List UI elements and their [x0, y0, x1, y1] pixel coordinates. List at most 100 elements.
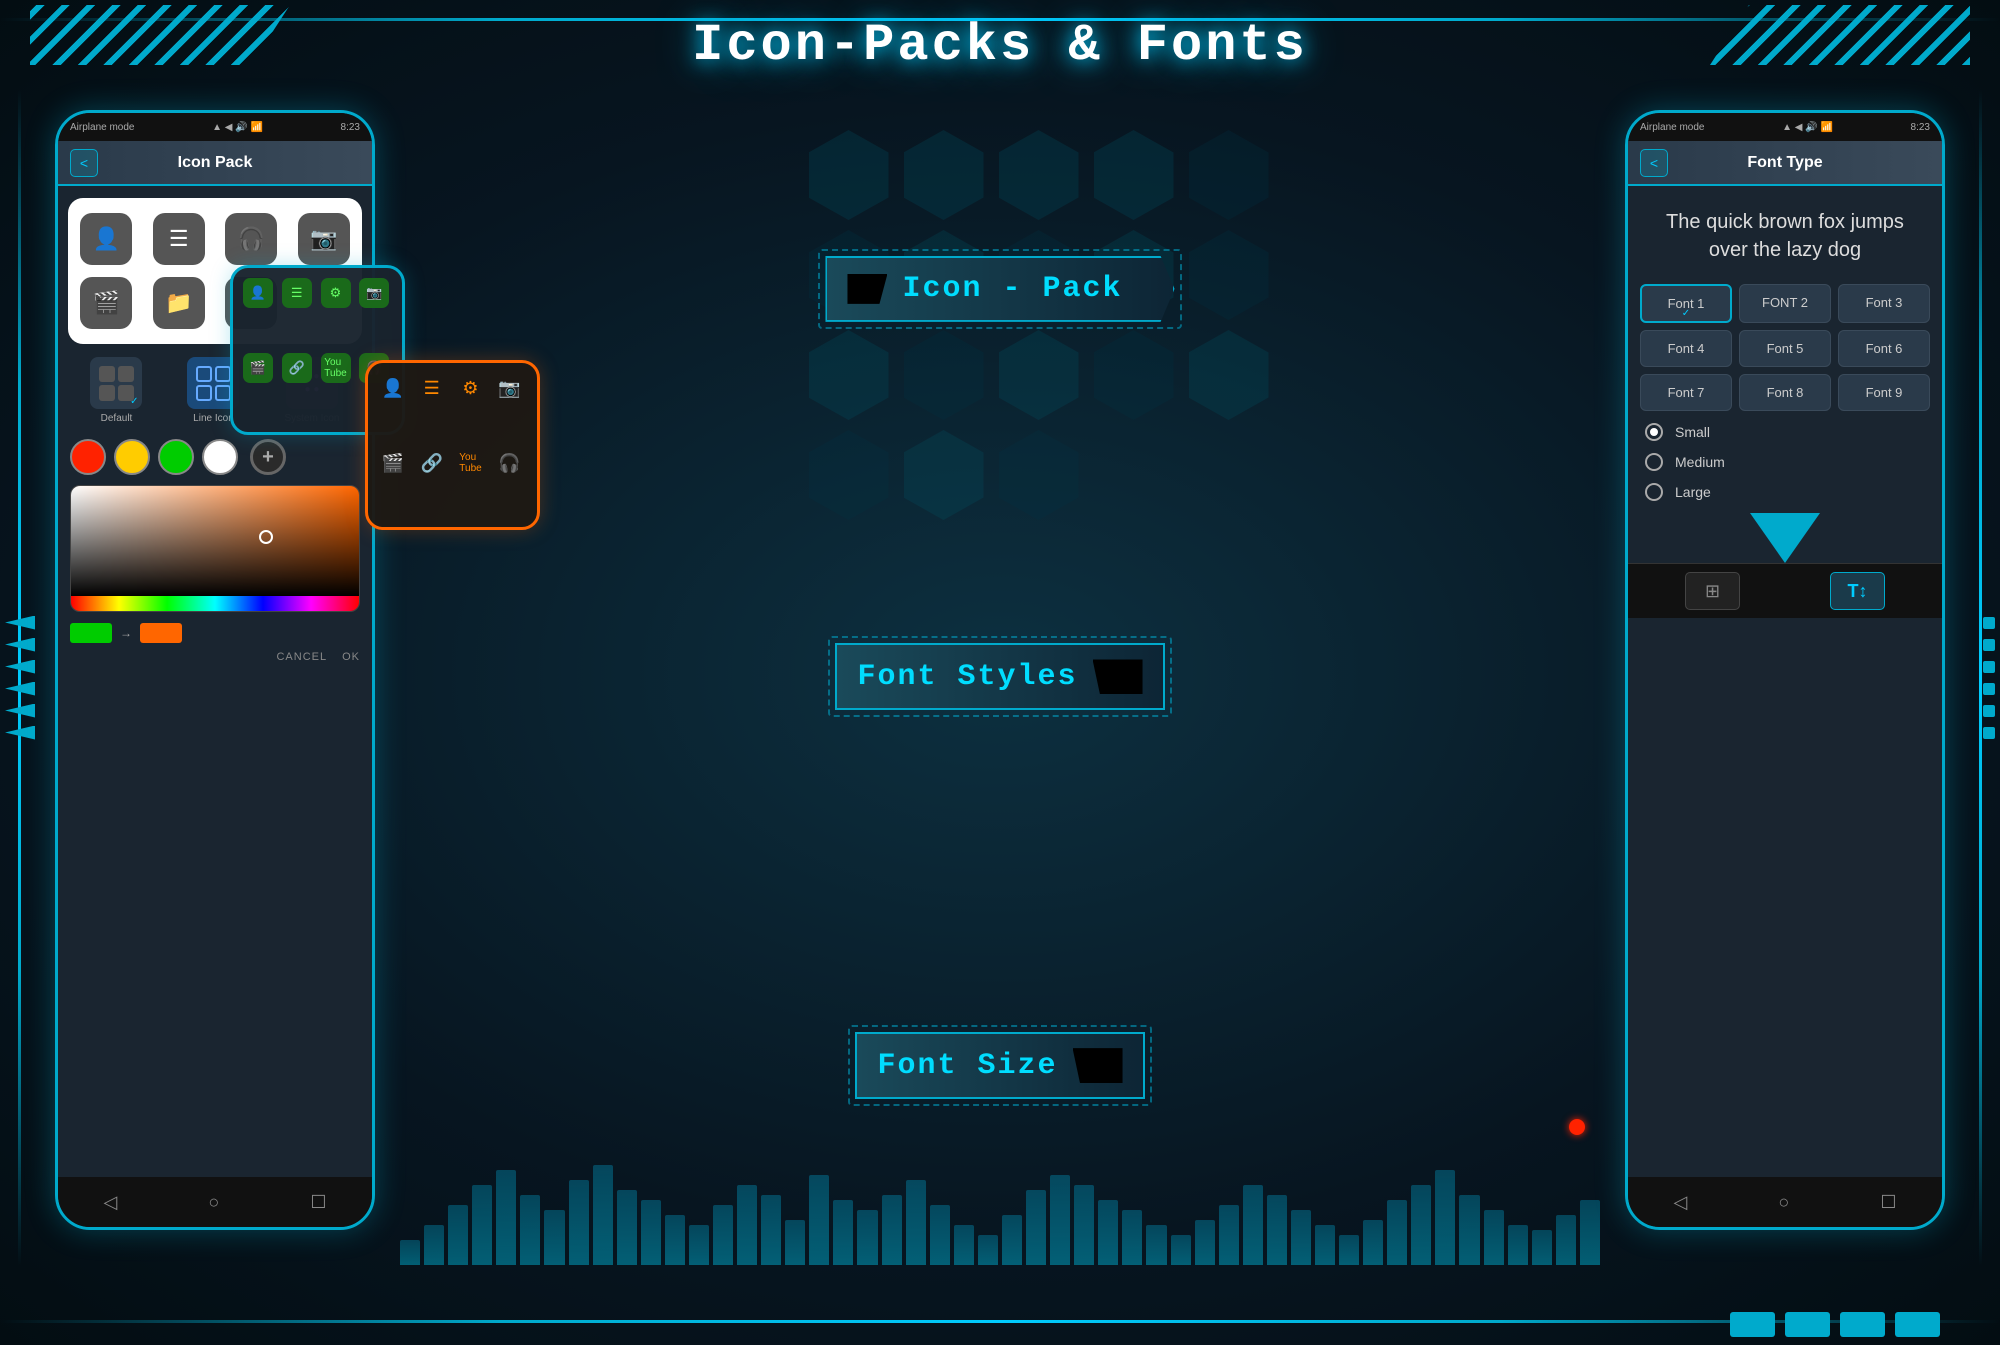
right-nav-back-icon[interactable]: ◁: [1674, 1192, 1688, 1213]
right-nav-recent-icon[interactable]: ☐: [1880, 1192, 1896, 1213]
icon-overlay-orange: 👤 ☰ ⚙ 📷 🎬 🔗 YouTube 🎧: [365, 360, 540, 530]
nav-home-icon[interactable]: ○: [208, 1192, 219, 1213]
left-arrow-4: [5, 682, 35, 696]
font-btn-4[interactable]: Font 4: [1640, 330, 1732, 367]
eq-bar-1: [424, 1225, 444, 1265]
left-arrow-5: [5, 704, 35, 718]
font-type-header: < Font Type: [1628, 141, 1942, 186]
eq-bar-33: [1195, 1220, 1215, 1265]
eq-bar-45: [1484, 1210, 1504, 1265]
eq-bar-15: [761, 1195, 781, 1265]
right-nav-home-icon[interactable]: ○: [1778, 1192, 1789, 1213]
app-icon-video[interactable]: 🎬: [80, 277, 132, 329]
eq-bar-23: [954, 1225, 974, 1265]
eq-bar-27: [1050, 1175, 1070, 1265]
orange-icon-3: ⚙: [456, 373, 486, 403]
overlay-icon-3: ⚙: [321, 278, 351, 308]
right-dot-6: [1983, 727, 1995, 739]
eq-bar-2: [448, 1205, 468, 1265]
eq-bar-47: [1532, 1230, 1552, 1265]
overlay-icon-5: 🎬: [243, 353, 273, 383]
eq-bar-24: [978, 1235, 998, 1265]
eq-bar-41: [1387, 1200, 1407, 1265]
nav-back-icon[interactable]: ◁: [104, 1192, 118, 1213]
right-phone-frame: Airplane mode ▲ ◀ 🔊 📶 8:23 < Font Type T…: [1625, 110, 1945, 1230]
eq-bar-18: [833, 1200, 853, 1265]
right-dot-4: [1983, 683, 1995, 695]
eq-bar-16: [785, 1220, 805, 1265]
size-large[interactable]: Large: [1645, 483, 1925, 501]
font-btn-8[interactable]: Font 8: [1739, 374, 1831, 411]
size-medium-label: Medium: [1675, 454, 1725, 470]
right-time: 8:23: [1911, 122, 1930, 133]
preset-default[interactable]: ✓ Default: [90, 357, 142, 424]
swatch-green[interactable]: [158, 439, 194, 475]
left-arrows: [5, 616, 35, 740]
bottom-dots: [1730, 1312, 1940, 1337]
eq-bar-6: [544, 1210, 564, 1265]
app-icon-headset[interactable]: 🎧: [225, 213, 277, 265]
color-picker: [70, 485, 360, 612]
right-dots: [1983, 617, 1995, 739]
app-icon-messages[interactable]: ☰: [153, 213, 205, 265]
right-phone-nav: ◁ ○ ☐: [1628, 1177, 1942, 1227]
orange-icon-1: 👤: [378, 373, 408, 403]
swatch-red[interactable]: [70, 439, 106, 475]
orange-icon-2: ☰: [417, 373, 447, 403]
bottom-dot-2: [1785, 1312, 1830, 1337]
screen-title: Icon Pack: [178, 154, 253, 172]
orange-icon-7: YouTube: [456, 448, 486, 478]
arrow-right-icon: →: [120, 626, 132, 640]
swatch-white[interactable]: [202, 439, 238, 475]
font-btn-1[interactable]: Font 1 ✓: [1640, 284, 1732, 323]
app-icon-camera[interactable]: 📷: [298, 213, 350, 265]
right-dot-1: [1983, 617, 1995, 629]
icon-pack-dashed-box: Icon - Pack: [818, 249, 1181, 329]
bottom-dot-1: [1730, 1312, 1775, 1337]
left-side-decoration: [0, 90, 55, 1265]
eq-bar-21: [906, 1180, 926, 1265]
right-side-decoration: [1945, 90, 2000, 1265]
eq-bar-11: [665, 1215, 685, 1265]
eq-bar-0: [400, 1240, 420, 1265]
cancel-button[interactable]: CANCEL: [276, 651, 327, 663]
font-btn-6[interactable]: Font 6: [1838, 330, 1930, 367]
eq-bar-4: [496, 1170, 516, 1265]
font-back-button[interactable]: <: [1640, 149, 1668, 177]
eq-bar-8: [593, 1165, 613, 1265]
size-medium[interactable]: Medium: [1645, 453, 1925, 471]
app-icon-folder[interactable]: 📁: [153, 277, 205, 329]
app-icon-contacts[interactable]: 👤: [80, 213, 132, 265]
eq-bar-36: [1267, 1195, 1287, 1265]
font-3-label: Font 3: [1866, 295, 1903, 310]
overlay-icon-4: 📷: [359, 278, 389, 308]
eq-bar-49: [1580, 1200, 1600, 1265]
bottom-border: [0, 1265, 2000, 1345]
font-btn-9[interactable]: Font 9: [1838, 374, 1930, 411]
size-options: Small Medium Large: [1640, 423, 1930, 501]
eq-bar-7: [569, 1180, 589, 1265]
toolbar-font-icon[interactable]: T↕: [1830, 572, 1885, 610]
eq-bar-34: [1219, 1205, 1239, 1265]
ok-button[interactable]: OK: [342, 651, 360, 663]
right-dot-5: [1983, 705, 1995, 717]
left-status-text: Airplane mode: [70, 122, 134, 133]
toolbar-grid-icon[interactable]: ⊞: [1685, 572, 1740, 610]
top-border: Icon-Packs & Fonts: [0, 0, 2000, 90]
font-toolbar: ⊞ T↕: [1628, 563, 1942, 618]
swatch-yellow[interactable]: [114, 439, 150, 475]
font-btn-7[interactable]: Font 7: [1640, 374, 1732, 411]
font-btn-5[interactable]: Font 5: [1739, 330, 1831, 367]
right-status-bar: Airplane mode ▲ ◀ 🔊 📶 8:23: [1628, 113, 1942, 141]
left-arrow-2: [5, 638, 35, 652]
orange-icon-8: 🎧: [494, 448, 524, 478]
font-size-banner: Font Size: [855, 1032, 1144, 1099]
font-btn-2[interactable]: FONT 2: [1739, 284, 1831, 323]
back-button[interactable]: <: [70, 149, 98, 177]
swatch-add-button[interactable]: +: [250, 439, 286, 475]
nav-recent-icon[interactable]: ☐: [310, 1192, 326, 1213]
right-vertical-line: [1979, 90, 1982, 1265]
font-7-label: Font 7: [1668, 385, 1705, 400]
font-btn-3[interactable]: Font 3: [1838, 284, 1930, 323]
size-small[interactable]: Small: [1645, 423, 1925, 441]
